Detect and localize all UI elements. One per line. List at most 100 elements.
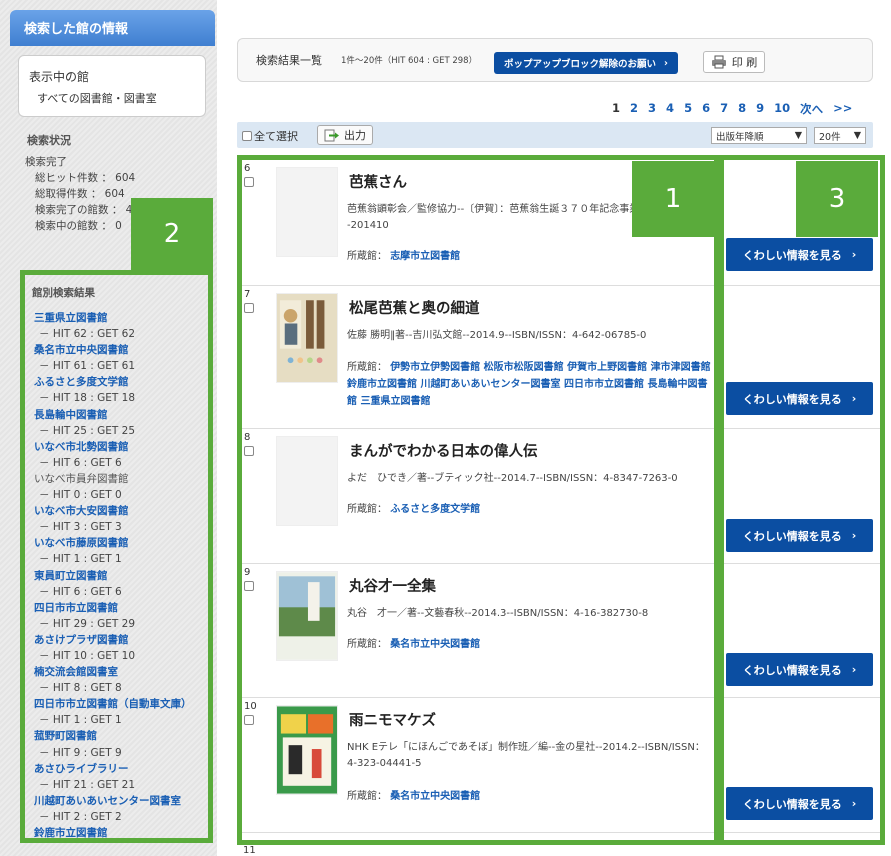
sidebar: 検索した館の情報 表示中の館 すべての図書館・図書室 検索状況 検索完了 総ヒッ… — [0, 0, 217, 856]
detail-label: くわしい情報を見る — [742, 392, 842, 406]
result-title[interactable]: 芭蕉さん — [349, 171, 407, 192]
status-line: 総取得件数 ： 604 — [35, 188, 125, 200]
annotation-badge-2: 2 — [131, 198, 213, 270]
results-title: 検索結果一覧 — [256, 54, 322, 67]
holding-label: 所蔵館： — [347, 639, 387, 650]
status-heading: 検索状況 — [27, 134, 71, 147]
chevron-right-icon: › — [851, 248, 857, 261]
page-next-link[interactable]: 次へ — [800, 101, 823, 117]
detail-button[interactable]: くわしい情報を見る › — [726, 238, 873, 271]
result-item: 10 雨ニモマケズ NHK Eテレ「にほんごであそぼ」制作班／編--金の星社--… — [237, 698, 885, 833]
library-link[interactable]: いなべ市大安図書館 — [34, 503, 208, 519]
library-count: － HIT 9 : GET 9 — [39, 746, 122, 759]
page-link[interactable]: 8 — [738, 101, 746, 117]
dropdown-arrow-icon: ▼ — [794, 130, 802, 141]
library-link[interactable]: ふるさと多度文学館 — [34, 374, 208, 390]
status-list: 検索完了 総ヒット件数 ： 604 総取得件数 ： 604 検索完了の館数 ： … — [25, 154, 135, 234]
result-checkbox[interactable] — [244, 303, 254, 313]
library-count: － HIT 25 : GET 25 — [39, 424, 136, 437]
export-button[interactable]: 出力 — [317, 125, 373, 145]
library-link[interactable]: 四日市市立図書館（自動車文庫） — [34, 696, 208, 712]
result-checkbox[interactable] — [244, 177, 254, 187]
result-checkbox[interactable] — [244, 715, 254, 725]
library-link[interactable]: あさひライブラリー — [34, 761, 208, 777]
library-link[interactable]: 東員町立図書館 — [34, 568, 208, 584]
holding-info: 所蔵館： 志摩市立図書館 — [347, 248, 717, 265]
result-meta: よだ ひでき／著--ブティック社--2014.7--ISBN/ISSN：4-83… — [347, 473, 678, 484]
library-count: － HIT 6 : GET 6 — [39, 585, 122, 598]
library-link[interactable]: 三重県立図書館 — [34, 310, 208, 326]
detail-button[interactable]: くわしい情報を見る › — [726, 787, 873, 820]
popup-unblock-label: ポップアップブロック解除のお願い — [504, 59, 657, 70]
chevron-right-icon: › — [664, 57, 668, 69]
library-link[interactable]: 川越町あいあいセンター図書室 — [34, 793, 208, 809]
page-link[interactable]: 5 — [684, 101, 692, 117]
chevron-right-icon: › — [851, 392, 857, 405]
page-link[interactable]: 6 — [702, 101, 710, 117]
chevron-right-icon: › — [851, 529, 857, 542]
page-link[interactable]: 4 — [666, 101, 674, 117]
select-all-label: 全て選択 — [254, 130, 298, 143]
holding-label: 所蔵館： — [347, 362, 387, 373]
print-label: 印 刷 — [731, 56, 758, 69]
result-meta: NHK Eテレ「にほんごであそぼ」制作班／編--金の星社--2014.2--IS… — [347, 742, 705, 769]
cover-image — [276, 436, 338, 526]
select-all-checkbox[interactable] — [242, 131, 252, 141]
results-toolbar: 検索結果一覧 1件～20件（HIT 604 : GET 298） ポップアップブ… — [237, 38, 873, 82]
current-library-label: 表示中の館 — [29, 70, 90, 84]
page-link[interactable]: 2 — [630, 101, 638, 117]
cover-image — [276, 293, 338, 383]
detail-button[interactable]: くわしい情報を見る › — [726, 382, 873, 415]
popup-unblock-button[interactable]: ポップアップブロック解除のお願い › — [494, 52, 678, 74]
library-link[interactable]: 四日市市立図書館 — [34, 600, 208, 616]
result-title[interactable]: まんがでわかる日本の偉人伝 — [349, 440, 538, 461]
selection-bar: 全て選択 出力 出版年降順 ▼ 20件 ▼ — [237, 122, 873, 148]
cover-image — [276, 571, 338, 661]
select-all[interactable]: 全て選択 — [242, 128, 298, 144]
result-title[interactable]: 雨ニモマケズ — [349, 709, 436, 730]
library-link[interactable]: いなべ市北勢図書館 — [34, 439, 208, 455]
library-link[interactable]: 長島輪中図書館 — [34, 407, 208, 423]
holding-libraries[interactable]: 桑名市立中央図書館 — [390, 791, 480, 802]
sort-select[interactable]: 出版年降順 ▼ — [711, 127, 807, 144]
library-count: － HIT 62 : GET 62 — [39, 328, 136, 341]
cover-image — [276, 167, 338, 257]
library-link[interactable]: 桑名市立中央図書館 — [34, 342, 208, 358]
holding-libraries[interactable]: 志摩市立図書館 — [390, 251, 460, 262]
holding-info: 所蔵館： 桑名市立中央図書館 — [347, 788, 717, 805]
holding-libraries[interactable]: ふるさと多度文学館 — [390, 504, 480, 515]
result-title[interactable]: 丸谷才一全集 — [349, 575, 436, 596]
result-number: 9 — [244, 567, 251, 578]
library-link[interactable]: いなべ市藤原図書館 — [34, 535, 208, 551]
per-page-value: 20件 — [819, 131, 841, 143]
result-number: 6 — [244, 163, 251, 174]
export-label: 出力 — [344, 129, 366, 142]
status-line: 総ヒット件数 ： 604 — [35, 172, 136, 184]
holding-label: 所蔵館： — [347, 504, 387, 515]
library-link[interactable]: 鈴鹿市立図書館 — [34, 825, 208, 838]
pagination: 1 2 3 4 5 6 7 8 9 10 次へ >> — [612, 101, 852, 117]
holding-libraries[interactable]: 伊勢市立伊勢図書館 松阪市松阪図書館 伊賀市上野図書館 津市津図書館 鈴鹿市立図… — [347, 362, 711, 407]
page-last-link[interactable]: >> — [833, 101, 852, 117]
print-button[interactable]: 印 刷 — [703, 51, 765, 73]
detail-button[interactable]: くわしい情報を見る › — [726, 653, 873, 686]
result-checkbox[interactable] — [244, 446, 254, 456]
library-count: － HIT 18 : GET 18 — [39, 392, 136, 405]
result-checkbox[interactable] — [244, 581, 254, 591]
page-link[interactable]: 9 — [756, 101, 764, 117]
page-link[interactable]: 7 — [720, 101, 728, 117]
detail-label: くわしい情報を見る — [742, 663, 842, 677]
page-link[interactable]: 3 — [648, 101, 656, 117]
result-title[interactable]: 松尾芭蕉と奥の細道 — [349, 297, 480, 318]
library-link[interactable]: あさけプラザ図書館 — [34, 632, 208, 648]
result-item: 9 丸谷才一全集 丸谷 才一／著--文藝春秋--2014.3--ISBN/ISS… — [237, 564, 885, 698]
library-link[interactable]: 菰野町図書館 — [34, 728, 208, 744]
per-page-select[interactable]: 20件 ▼ — [814, 127, 866, 144]
page-link[interactable]: 10 — [774, 101, 790, 117]
results-range: 1件～20件（HIT 604 : GET 298） — [341, 56, 478, 66]
holding-libraries[interactable]: 桑名市立中央図書館 — [390, 639, 480, 650]
detail-button[interactable]: くわしい情報を見る › — [726, 519, 873, 552]
result-number: 7 — [244, 289, 251, 300]
library-count: － HIT 2 : GET 2 — [39, 810, 122, 823]
library-link[interactable]: 楠交流会館図書室 — [34, 664, 208, 680]
